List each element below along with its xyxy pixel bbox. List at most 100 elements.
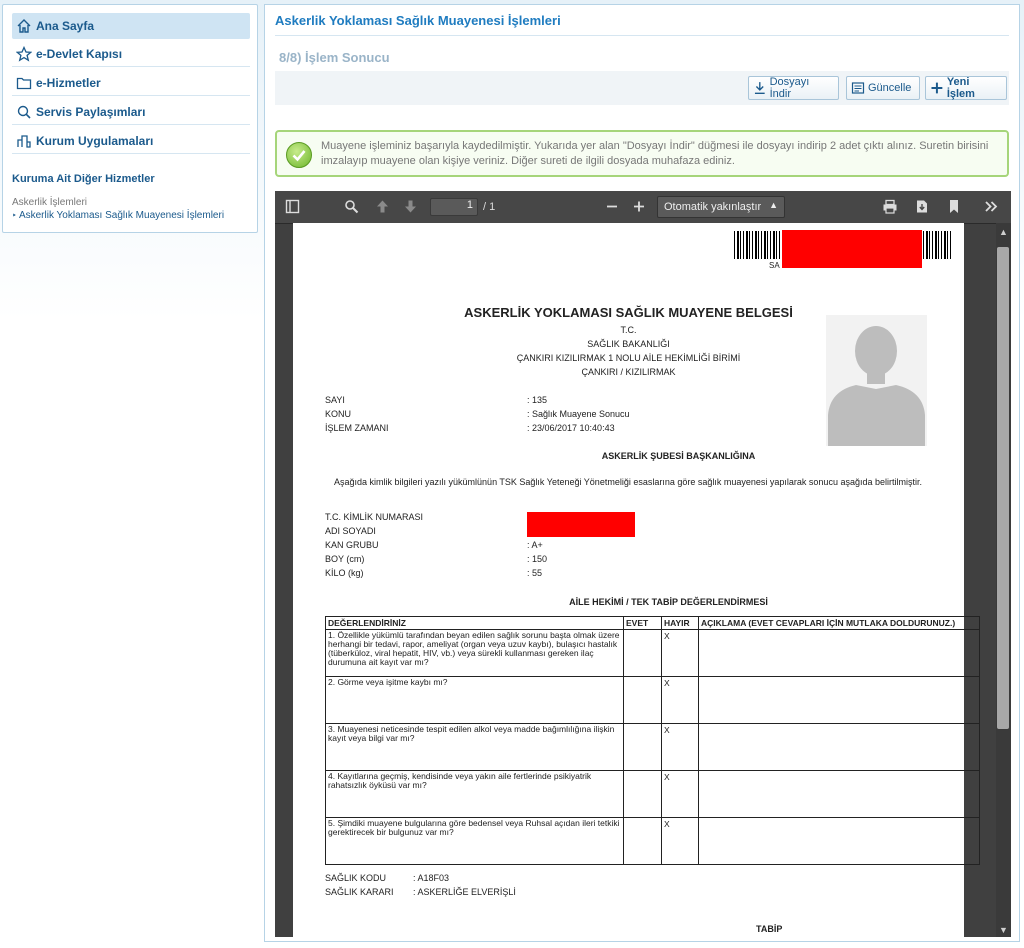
scrollbar-thumb[interactable] — [997, 247, 1009, 729]
find-icon[interactable] — [344, 199, 359, 214]
step-title: 8/8) İşlem Sonucu — [279, 50, 390, 65]
download-button[interactable]: Dosyayı İndir — [748, 76, 839, 100]
footer-label: SAĞLIK KARARI — [325, 887, 394, 897]
sidebar-item-label: Ana Sayfa — [36, 19, 95, 33]
scroll-down-icon[interactable]: ▼ — [999, 925, 1008, 935]
breadcrumb-link-label: Askerlik Yoklaması Sağlık Muayenesi İşle… — [18, 210, 225, 221]
sidebar-toggle-icon[interactable] — [285, 199, 300, 214]
main-panel: Askerlik Yoklaması Sağlık Muayenesi İşle… — [264, 4, 1020, 942]
sidebar: Ana Sayfa e-Devlet Kapısı e-Hizmetler Se… — [2, 4, 258, 233]
meta-value: : 23/06/2017 10:40:43 — [527, 423, 615, 433]
table-row: 3. Muayenesi neticesinde tespit edilen a… — [325, 723, 980, 771]
sidebar-item-label: e-Devlet Kapısı — [36, 46, 123, 61]
redaction — [782, 230, 922, 268]
page-number-input[interactable]: 1 — [430, 198, 478, 216]
footer-value: : ASKERLİĞE ELVERİŞLİ — [413, 887, 516, 897]
yes-cell — [623, 770, 662, 818]
success-alert: Muayene işleminiz başarıyla kaydedilmişt… — [275, 130, 1009, 177]
page-title: Askerlik Yoklaması Sağlık Muayenesi İşle… — [275, 13, 561, 28]
building-icon — [17, 134, 31, 148]
no-cell: X — [661, 770, 699, 818]
zoom-in-icon[interactable] — [632, 199, 646, 214]
no-cell: X — [661, 817, 699, 865]
question-cell: 3. Muayenesi neticesinde tespit edilen a… — [325, 723, 624, 771]
meta-label: KONU — [325, 409, 352, 419]
sidebar-item-label: e-Hizmetler — [36, 75, 101, 90]
sidebar-item-home[interactable]: Ana Sayfa — [12, 13, 250, 39]
meta-value: : 135 — [527, 395, 548, 405]
sidebar-item-ehizmetler[interactable]: e-Hizmetler — [12, 70, 250, 96]
search-icon — [17, 105, 31, 119]
table-row: 4. Kayıtlarına geçmiş, kendisinde veya y… — [325, 770, 980, 818]
table-title: AİLE HEKİMİ / TEK TABİP DEĞERLENDİRMESİ — [569, 597, 768, 607]
update-button-label: Güncelle — [868, 82, 912, 94]
barcode-label: SA — [769, 261, 780, 270]
table-row: 2. Görme veya işitme kaybı mı? X — [325, 676, 980, 724]
column-header: EVET — [623, 616, 662, 630]
question-cell: 1. Özellikle yükümlü tarafından beyan ed… — [325, 629, 624, 677]
no-cell: X — [661, 723, 699, 771]
footer-label: SAĞLIK KODU — [325, 873, 387, 883]
bookmark-icon[interactable] — [948, 199, 960, 214]
form-icon — [851, 82, 865, 94]
download-button-label: Dosyayı İndir — [769, 76, 810, 100]
zoom-select[interactable]: Otomatik yakınlaştır ▲ — [657, 196, 785, 218]
alert-message: Muayene işleminiz başarıyla kaydedilmişt… — [321, 140, 989, 167]
print-icon[interactable] — [882, 199, 898, 214]
personal-label: KAN GRUBU — [325, 540, 379, 550]
addressee: ASKERLİK ŞUBESİ BAŞKANLIĞINA — [601, 451, 756, 461]
folder-icon — [16, 77, 32, 89]
avatar-icon — [828, 326, 925, 446]
redaction — [527, 512, 635, 537]
download-icon — [754, 82, 765, 95]
zoom-out-icon[interactable] — [605, 199, 619, 214]
previous-page-icon[interactable] — [375, 199, 390, 214]
breadcrumb-link[interactable]: ‣ Askerlik Yoklaması Sağlık Muayenesi İş… — [12, 210, 224, 221]
explanation-cell — [698, 817, 980, 865]
question-cell: 2. Görme veya işitme kaybı mı? — [325, 676, 624, 724]
sidebar-item-kurum[interactable]: Kurum Uygulamaları — [12, 128, 250, 154]
sidebar-item-servis[interactable]: Servis Paylaşımları — [12, 99, 250, 125]
explanation-cell — [698, 723, 980, 771]
breadcrumb-parent: Askerlik İşlemleri — [12, 197, 88, 208]
intro-paragraph: Aşağıda kimlik bilgileri yazılı yükümlün… — [334, 477, 922, 487]
bullet-icon: ‣ — [12, 211, 19, 220]
divider — [275, 35, 1009, 36]
next-page-icon[interactable] — [403, 199, 418, 214]
pdf-toolbar: 1 / 1 Otomatik yakınlaştır ▲ — [275, 191, 1011, 224]
footer-value: : A18F03 — [413, 873, 450, 883]
table-header-row: DEĞERLENDİRİNİZ EVET HAYIR AÇIKLAMA (EVE… — [325, 616, 980, 630]
personal-label: ADI SOYADI — [325, 526, 376, 536]
check-icon — [286, 142, 312, 168]
sidebar-item-label: Servis Paylaşımları — [36, 104, 146, 119]
explanation-cell — [698, 770, 980, 818]
pdf-page: SA ASKERLİK YOKLAMASI SAĞLIK MUAYENE BEL… — [293, 223, 980, 937]
tools-icon[interactable] — [983, 199, 999, 214]
update-button[interactable]: Güncelle — [846, 76, 920, 100]
explanation-cell — [698, 676, 980, 724]
sidebar-item-edevlet[interactable]: e-Devlet Kapısı — [12, 41, 250, 67]
meta-value: : Sağlık Muayene Sonucu — [527, 409, 630, 419]
personal-label: KİLO (kg) — [325, 568, 364, 578]
zoom-select-value: Otomatik yakınlaştır — [664, 201, 762, 213]
explanation-cell — [698, 629, 980, 677]
meta-label: SAYI — [325, 395, 345, 405]
scroll-up-icon[interactable]: ▲ — [999, 227, 1008, 237]
star-icon — [16, 45, 32, 62]
section-title: Kuruma Ait Diğer Hizmetler — [12, 173, 155, 185]
new-process-button[interactable]: Yeni İşlem — [925, 76, 1007, 100]
sidebar-item-label: Kurum Uygulamaları — [36, 133, 154, 148]
no-cell: X — [661, 629, 699, 677]
page-total: / 1 — [483, 201, 496, 213]
table-row: 1. Özellikle yükümlü tarafından beyan ed… — [325, 629, 980, 677]
dropdown-icon: ▲ — [769, 200, 778, 210]
yes-cell — [623, 629, 662, 677]
column-header: AÇIKLAMA (EVET CEVAPLARI İÇİN MUTLAKA DO… — [698, 616, 980, 630]
yes-cell — [623, 676, 662, 724]
save-icon[interactable] — [915, 199, 929, 214]
new-process-button-label: Yeni İşlem — [946, 76, 975, 100]
evaluation-table: DEĞERLENDİRİNİZ EVET HAYIR AÇIKLAMA (EVE… — [325, 616, 980, 865]
meta-label: İŞLEM ZAMANI — [325, 423, 389, 433]
question-cell: 5. Şimdiki muayene bulgularına göre bede… — [325, 817, 624, 865]
personal-label: BOY (cm) — [325, 554, 365, 564]
